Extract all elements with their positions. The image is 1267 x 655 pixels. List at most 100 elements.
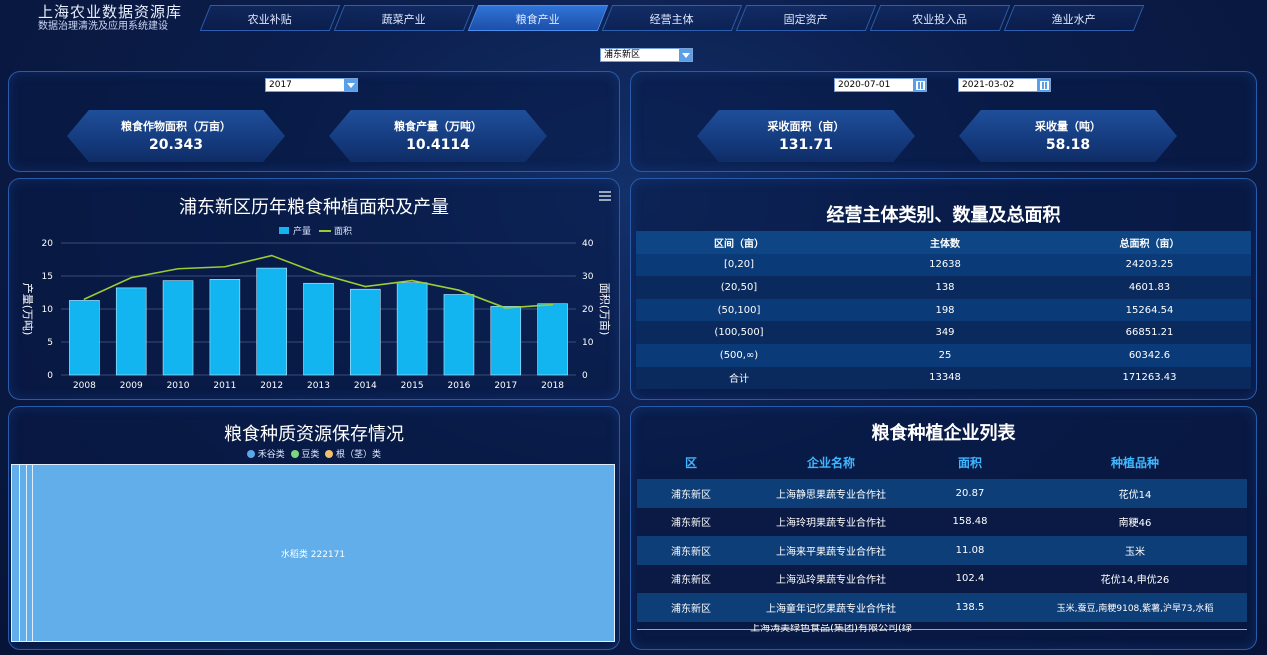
kpi-label: 采收量（吨） xyxy=(1035,120,1101,133)
cell: (20,50] xyxy=(720,281,758,293)
bar-2008 xyxy=(69,300,100,376)
x-tick-label: 2014 xyxy=(354,381,377,391)
table-row[interactable]: 浦东新区 上海玲玥果蔬专业合作社 158.48 南粳46 xyxy=(637,507,1247,536)
cell: 158.48 xyxy=(952,516,988,528)
cell: 24203.25 xyxy=(1125,259,1174,271)
x-tick-label: 2016 xyxy=(448,381,471,391)
district-select-value: 浦东新区 xyxy=(604,50,641,60)
cell: (100,500] xyxy=(714,327,764,339)
tab-agri-subsidy[interactable]: 农业补贴 xyxy=(199,5,341,31)
tab-fixed-assets[interactable]: 固定资产 xyxy=(735,5,877,31)
kpi-label: 粮食作物面积（万亩） xyxy=(121,120,231,133)
companies-panel: 粮食种植企业列表 区 企业名称 面积 种植品种 浦东新区 上海静思果蔬专业合作社 2… xyxy=(630,406,1257,650)
bar-2011 xyxy=(209,279,241,376)
partial-row-text: 上海涛美绿色食品(集团)有限公司(绿 xyxy=(750,624,912,632)
tab-fishery[interactable]: 渔业水产 xyxy=(1003,5,1145,31)
year-select-value: 2017 xyxy=(269,80,292,90)
chevron-down-icon[interactable] xyxy=(679,49,692,61)
legend-label[interactable]: 根（茎）类 xyxy=(336,450,381,460)
area-point-2018 xyxy=(551,303,554,306)
cell: 玉米,蚕豆,南粳9108,紫薯,沪旱73,水稻 xyxy=(1056,603,1214,614)
cell: 25 xyxy=(938,349,952,361)
date-to-input[interactable]: 2021-03-02 xyxy=(958,78,1051,92)
cell: 花优14 xyxy=(1118,489,1152,501)
y-tick-label: 5 xyxy=(47,338,53,348)
calendar-icon[interactable] xyxy=(1037,79,1050,91)
cell: 60342.6 xyxy=(1128,349,1171,361)
x-tick-label: 2017 xyxy=(494,381,517,391)
treemap-block-label[interactable]: 水稻类 222171 xyxy=(12,547,614,560)
bar-2012 xyxy=(256,267,287,376)
col-area: 面积 xyxy=(957,456,982,470)
cell: 15264.54 xyxy=(1125,304,1174,316)
tab-label: 农业投入品 xyxy=(912,13,968,26)
tab-vegetable[interactable]: 蔬菜产业 xyxy=(333,5,475,31)
calendar-icon[interactable] xyxy=(913,79,926,91)
legend-dot-icon xyxy=(246,450,255,458)
area-point-2014 xyxy=(364,285,367,288)
x-tick-label: 2012 xyxy=(260,381,283,391)
tab-label: 蔬菜产业 xyxy=(381,13,426,26)
brand: 上海农业数据资源库 数据治理清洗及应用系统建设 xyxy=(38,4,182,33)
table-row[interactable]: 浦东新区 上海童年记忆果蔬专业合作社 138.5 玉米,蚕豆,南粳9108,紫薯,沪旱… xyxy=(637,593,1247,622)
date-from-value: 2020-07-01 xyxy=(838,80,891,90)
table-row[interactable]: 浦东新区 上海泓玲果蔬专业合作社 102.4 花优14,申优26 xyxy=(637,564,1247,593)
cell: [0,20] xyxy=(723,259,755,271)
table-row: (100,500] 349 66851.21 xyxy=(636,321,1251,344)
kpi-harvest-area: 采收面积（亩） 131.71 xyxy=(697,110,915,162)
y2-tick-label: 20 xyxy=(582,305,594,315)
brand-title: 上海农业数据资源库 xyxy=(38,3,183,21)
legend-dot-icon xyxy=(290,450,299,458)
kpi-panel-grain: 2017 粮食作物面积（万亩） 20.343 粮食产量（万吨） 10.4114 xyxy=(8,71,620,172)
cell: 4601.83 xyxy=(1128,281,1171,293)
cell: 浦东新区 xyxy=(671,575,711,587)
tab-agri-inputs[interactable]: 农业投入品 xyxy=(869,5,1011,31)
x-tick-label: 2010 xyxy=(167,381,190,391)
table-row: [0,20] 12638 24203.25 xyxy=(636,253,1251,277)
year-select[interactable]: 2017 xyxy=(265,78,358,92)
table-row[interactable]: 浦东新区 上海静思果蔬专业合作社 20.87 花优14 xyxy=(637,479,1247,508)
x-tick-label: 2008 xyxy=(73,381,96,391)
kpi-label: 粮食产量（万吨） xyxy=(394,120,482,133)
cell: 102.4 xyxy=(955,573,985,585)
district-select[interactable]: 浦东新区 xyxy=(600,48,693,62)
x-tick-label: 2011 xyxy=(213,381,236,391)
legend-label[interactable]: 豆类 xyxy=(301,450,319,460)
cell: 浦东新区 xyxy=(671,603,711,615)
area-point-2008 xyxy=(83,298,86,300)
bar-2018 xyxy=(537,303,568,376)
legend-bar-label: 产量 xyxy=(293,225,311,237)
cell: 20.87 xyxy=(955,487,985,499)
cell: 138 xyxy=(935,281,955,293)
bar-2009 xyxy=(115,287,147,376)
cell: 349 xyxy=(935,327,955,339)
cell: 上海泓玲果蔬专业合作社 xyxy=(776,575,886,587)
cell: 浦东新区 xyxy=(671,489,711,501)
y-tick-label: 0 xyxy=(47,371,53,381)
cell: 66851.21 xyxy=(1125,327,1174,339)
tab-grain[interactable]: 粮食产业 xyxy=(467,5,609,31)
x-tick-label: 2015 xyxy=(401,381,424,391)
kpi-value: 10.4114 xyxy=(406,137,470,153)
table-row: (50,100] 198 15264.54 xyxy=(636,298,1251,322)
germplasm-legend: 禾谷类 豆类 根（茎）类 xyxy=(9,447,619,460)
cell: 171263.43 xyxy=(1122,372,1177,384)
tab-operators[interactable]: 经营主体 xyxy=(601,5,743,31)
bar-2010 xyxy=(162,280,194,376)
col-district: 区 xyxy=(684,456,697,470)
cell: 11.08 xyxy=(955,544,985,556)
date-from-input[interactable]: 2020-07-01 xyxy=(834,78,927,92)
cell: 上海静思果蔬专业合作社 xyxy=(776,489,886,501)
cell: 合计 xyxy=(729,374,749,386)
kpi-panel-harvest: 2020-07-01 2021-03-02 采收面积（亩） 131.71 采收量… xyxy=(630,71,1257,172)
cell: 上海来平果蔬专业合作社 xyxy=(776,546,886,558)
y-tick-label: 15 xyxy=(42,272,53,282)
chevron-down-icon[interactable] xyxy=(344,79,357,91)
area-point-2017 xyxy=(504,307,507,309)
table-header-row: 区间（亩） 主体数 总面积（亩） xyxy=(636,231,1251,254)
legend-label[interactable]: 禾谷类 xyxy=(258,450,285,460)
y2-tick-label: 10 xyxy=(582,338,594,348)
table-row[interactable]: 浦东新区 上海来平果蔬专业合作社 11.08 玉米 xyxy=(637,536,1247,565)
cell: 138.5 xyxy=(955,601,985,613)
legend-bar-icon xyxy=(279,227,289,234)
